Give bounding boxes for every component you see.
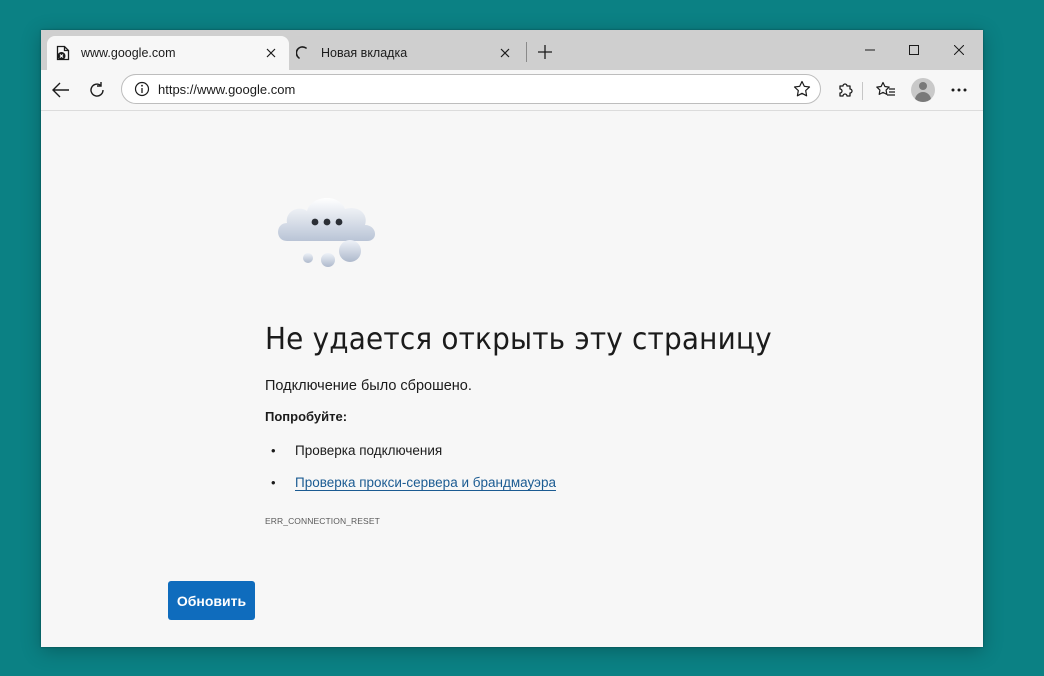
more-menu-button[interactable]	[945, 76, 973, 104]
maximize-button[interactable]	[894, 34, 934, 66]
tab-google[interactable]: www.google.com	[47, 36, 289, 70]
proxy-firewall-link[interactable]: Проверка прокси-сервера и брандмауэра	[295, 475, 556, 490]
url-text[interactable]: https://www.google.com	[158, 82, 790, 97]
maximize-icon	[909, 45, 919, 55]
refresh-button[interactable]: Обновить	[168, 581, 255, 620]
suggestion-item: • Проверка прокси-сервера и брандмауэра	[271, 475, 556, 490]
try-label: Попробуйте:	[265, 409, 348, 424]
bullet-icon: •	[271, 475, 276, 490]
tab-separator	[526, 42, 527, 62]
minimize-icon	[865, 49, 875, 51]
avatar-body	[915, 92, 931, 102]
cloud-error-icon	[273, 187, 383, 271]
reload-icon	[90, 82, 104, 97]
browser-window: www.google.com Новая вкладка https://www…	[41, 30, 983, 647]
favorite-star-icon[interactable]	[790, 77, 814, 101]
plus-icon	[538, 45, 552, 59]
error-page: Не удается открыть эту страницу Подключе…	[41, 111, 983, 647]
favorites-icon	[876, 81, 895, 96]
ellipsis-icon	[951, 88, 967, 92]
tab-title: Новая вкладка	[321, 46, 408, 60]
close-icon	[954, 45, 964, 55]
error-subtitle: Подключение было сброшено.	[265, 378, 472, 394]
puzzle-icon	[839, 83, 853, 97]
error-code: ERR_CONNECTION_RESET	[265, 516, 380, 526]
tab-title: www.google.com	[81, 46, 176, 60]
back-arrow-icon	[52, 82, 69, 98]
extensions-button[interactable]	[832, 76, 860, 104]
toolbar-separator	[862, 82, 863, 100]
new-tab-button[interactable]	[532, 39, 558, 65]
info-icon[interactable]	[132, 79, 152, 99]
close-window-button[interactable]	[939, 34, 979, 66]
tab-close-icon[interactable]	[263, 45, 279, 61]
favorites-button[interactable]	[872, 76, 900, 104]
navigation-toolbar: https://www.google.com	[41, 70, 983, 111]
tab-strip: www.google.com Новая вкладка	[41, 30, 983, 70]
suggestion-item: • Проверка подключения	[271, 443, 442, 458]
minimize-button[interactable]	[850, 34, 890, 66]
profile-avatar[interactable]	[911, 78, 935, 102]
bullet-icon: •	[271, 443, 276, 458]
loading-spinner-icon	[295, 45, 311, 61]
tab-new-tab[interactable]: Новая вкладка	[291, 36, 523, 70]
avatar-head	[919, 82, 927, 90]
address-bar[interactable]: https://www.google.com	[121, 74, 821, 104]
error-page-icon	[55, 45, 71, 61]
back-button[interactable]	[47, 76, 75, 104]
error-title: Не удается открыть эту страницу	[265, 322, 772, 357]
suggestion-check-connection: Проверка подключения	[295, 443, 443, 458]
tab-close-icon[interactable]	[497, 45, 513, 61]
reload-button[interactable]	[83, 76, 111, 104]
